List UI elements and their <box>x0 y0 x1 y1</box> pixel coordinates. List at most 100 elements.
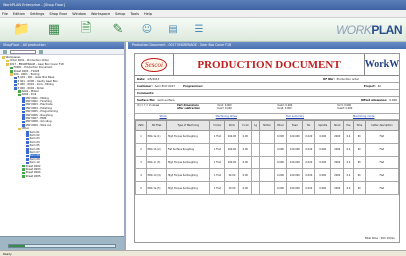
column-header: Dmin <box>224 120 240 131</box>
tool-summary-link[interactable]: Tool summary <box>286 114 304 119</box>
column-header: Cutter description <box>364 120 400 131</box>
column-header: NC Files <box>146 120 168 131</box>
column-header: T.Color <box>209 120 226 131</box>
status-text: Ready <box>3 252 12 256</box>
table-cell: PRG 1d (4) <box>146 168 168 183</box>
table-cell: 2000 <box>330 168 345 183</box>
calendar-icon[interactable]: ▤ <box>160 20 186 40</box>
folder-icon <box>6 59 9 63</box>
window-title: WorkPLAN Enterprise - [Shop Floor] <box>3 3 65 7</box>
table-cell: 0.00 <box>238 168 253 183</box>
table-cell: 0.000 <box>273 168 288 183</box>
menu-item[interactable]: Tools <box>130 10 139 17</box>
table-row[interactable]: 1 PRG 1a (1) High Torque Sa Roughing 1 Flat… <box>134 130 400 144</box>
window-titlebar: WorkPLAN Enterprise - [Shop Floor] <box>0 0 406 10</box>
project-tree: Workpieces Order 0001 - Production Order 0… <box>0 55 124 179</box>
column-header: Tol. <box>302 120 316 131</box>
node-icon <box>26 154 29 158</box>
document-window: Production Document - 0017 ENGRENAGE - G… <box>128 42 406 250</box>
node-icon <box>22 107 25 110</box>
folder-icon <box>10 73 13 76</box>
operations-table: Path NC Files Type of Machining T.Color Dmin… <box>134 120 400 195</box>
folder-icon[interactable]: 📁 <box>6 20 38 40</box>
menubar: File Edition Settings Shop floor Window Works… <box>0 10 406 18</box>
table-cell: 2000 <box>330 142 345 157</box>
table-cell: Flat <box>364 130 400 144</box>
node-icon <box>26 137 29 141</box>
table-cell: 120.000 <box>286 181 304 195</box>
table-cell: 6h <box>352 155 366 170</box>
node-icon <box>18 93 21 97</box>
column-header: Stock <box>330 120 345 131</box>
refresh-icon[interactable] <box>39 49 43 54</box>
table-cell: 0.000 <box>314 168 332 183</box>
node-icon <box>22 168 25 171</box>
tree-node-label: Sheet 0005 <box>25 174 41 178</box>
node-icon <box>14 76 17 80</box>
pen-icon[interactable]: ✎ <box>102 20 134 40</box>
menu-item[interactable]: File <box>2 10 8 17</box>
table-cell: 0.4 <box>343 155 354 170</box>
table-cell: Flat <box>364 142 400 157</box>
table-cell: PRG 1b (2) <box>146 142 168 157</box>
table-cell: 0.000 <box>273 181 288 195</box>
menu-item[interactable]: Settings <box>30 10 44 17</box>
menu-item[interactable]: Shop floor <box>49 10 67 17</box>
surface-row: Surface file: work.surface Offset allowan… <box>135 98 399 104</box>
machining-mode-link[interactable]: Machining mode <box>353 114 374 119</box>
menu-item[interactable]: Edition <box>13 10 25 17</box>
tree-panel: ShopFloor - All production Workpieces Ord… <box>0 42 126 256</box>
table-cell: 0.00 <box>238 181 253 195</box>
table-cell: 0.00 <box>238 155 253 170</box>
menu-item[interactable]: Setup <box>115 10 125 17</box>
table-row[interactable]: 4 PRG 1d (4) High Torque Sa Roughing 1 Flat… <box>134 168 400 183</box>
node-icon <box>22 114 25 117</box>
filter-dropdown[interactable] <box>10 49 36 54</box>
main-toolbar: 📁 ▦ 🗎 ✎ ☺ ▤ ☰ WORKPLAN <box>0 18 406 42</box>
table-cell <box>251 142 260 157</box>
table-row[interactable]: 3 PRG 1c (3) High Torque Sa Roughing 1 Flat… <box>134 155 400 170</box>
tree-node-label: MW 0009 - Wire cut <box>25 123 52 127</box>
table-cell: 0.020 <box>302 168 316 183</box>
table-cell: Flat <box>364 155 400 170</box>
tree-node[interactable]: Sheet 0005 <box>2 175 122 178</box>
table-cell: 3 <box>134 155 148 170</box>
stock-link[interactable]: Stock <box>159 114 166 119</box>
person-icon[interactable]: ☺ <box>134 20 160 40</box>
node-icon <box>26 158 29 161</box>
table-cell: 0.000 <box>314 181 332 195</box>
table-cell: 5 <box>134 181 148 195</box>
tree-panel-title: ShopFloor - All production <box>0 42 124 49</box>
folder-icon <box>2 56 5 59</box>
column-header: Pos <box>343 120 354 131</box>
table-cell: 4 <box>134 168 148 183</box>
column-header: Type of Machining <box>166 120 211 131</box>
document-window-title: Production Document - 0017 ENGRENAGE - G… <box>128 42 406 49</box>
table-row[interactable]: 2 PRG 1b (2) Flat Surface Roughing 1 Flat 16… <box>134 142 400 157</box>
column-header: C.rad <box>238 120 253 131</box>
back-icon[interactable] <box>3 49 7 54</box>
list-icon[interactable]: ☰ <box>186 20 212 40</box>
table-cell: 120.000 <box>286 168 304 183</box>
column-header: Spindle <box>314 120 332 131</box>
machining-times-link[interactable]: Machining times <box>216 114 237 119</box>
menu-item[interactable]: Help <box>144 10 152 17</box>
table-cell: 0.000 <box>273 142 288 157</box>
table-cell: Flat Surface Roughing <box>166 142 211 157</box>
table-cell: 0.020 <box>302 155 316 170</box>
document-icon[interactable]: 🗎 <box>70 20 102 40</box>
table-row[interactable]: 5 PRG 1e (5) High Torque Sa Roughing 1 Flat… <box>134 181 400 195</box>
table-cell: PRG 1e (5) <box>146 181 168 195</box>
folder-icon <box>6 63 9 66</box>
column-header: Time <box>352 120 366 131</box>
node-icon <box>22 110 25 114</box>
table-cell: 160.00 <box>224 130 240 144</box>
plan-icon[interactable]: ▦ <box>38 20 70 40</box>
table-cell: 32.00 <box>224 181 240 195</box>
workplan-logo: WORKPLAN <box>335 23 403 37</box>
node-icon <box>14 86 17 90</box>
table-cell: 6h <box>352 142 366 157</box>
menu-item[interactable]: Workspace <box>91 10 110 17</box>
menu-item[interactable]: Window <box>72 10 86 17</box>
table-cell <box>258 130 275 144</box>
